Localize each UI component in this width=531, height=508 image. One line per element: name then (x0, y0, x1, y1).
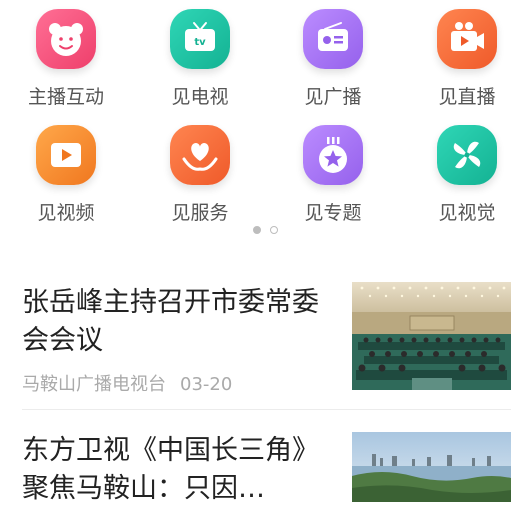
svg-text:tv: tv (194, 37, 206, 48)
meeting-room-image (352, 282, 511, 390)
grid-item-tv[interactable]: tv 见电视 (150, 9, 250, 109)
pinwheel-icon (437, 125, 497, 185)
grid-item-label: 见专题 (304, 202, 362, 224)
news-thumbnail (352, 282, 511, 390)
grid-item-service[interactable]: 见服务 (150, 125, 250, 225)
star-badge-icon (303, 125, 363, 185)
news-title: 张岳峰主持召开市委常委会会议 (22, 287, 319, 356)
landscape-image (352, 432, 511, 502)
grid-item-label: 见电视 (171, 86, 229, 108)
grid-item-visual[interactable]: 见视觉 (417, 125, 517, 225)
news-title: 东方卫视《中国长三角》聚焦马鞍山：只因… (22, 435, 319, 504)
news-thumbnail (352, 432, 511, 502)
grid-item-label: 见服务 (171, 202, 229, 224)
video-camera-icon (437, 9, 497, 69)
grid-item-label: 见直播 (438, 86, 496, 108)
page-indicator (0, 226, 531, 236)
page-dot[interactable] (270, 226, 278, 234)
grid-item-live[interactable]: 见直播 (417, 9, 517, 109)
grid-item-video[interactable]: 见视频 (16, 125, 116, 225)
grid-item-label: 见视觉 (438, 202, 496, 224)
grid-item-special[interactable]: 见专题 (283, 125, 383, 225)
play-icon (36, 125, 96, 185)
news-time: 03-20 (180, 374, 233, 395)
grid-item-label: 见视频 (37, 202, 95, 224)
bear-icon (36, 9, 96, 69)
news-item[interactable]: 张岳峰主持召开市委常委会会议 马鞍山广播电视台 03-20 (0, 282, 531, 410)
grid-item-host-interaction[interactable]: 主播互动 (16, 9, 116, 109)
page-dot-active[interactable] (253, 226, 261, 234)
news-meta: 马鞍山广播电视台 03-20 (22, 370, 232, 396)
grid-item-label: 见广播 (304, 86, 362, 108)
feature-grid: 主播互动 tv 见电视 见广播 见直播 见视频 见服务 见专题 见视觉 (0, 0, 531, 240)
heart-hands-icon (170, 125, 230, 185)
news-source: 马鞍山广播电视台 (22, 374, 166, 395)
tv-icon: tv (170, 9, 230, 69)
news-item[interactable]: 东方卫视《中国长三角》聚焦马鞍山：只因… (0, 410, 531, 504)
grid-item-radio[interactable]: 见广播 (283, 9, 383, 109)
radio-icon (303, 9, 363, 69)
grid-item-label: 主播互动 (27, 86, 104, 108)
